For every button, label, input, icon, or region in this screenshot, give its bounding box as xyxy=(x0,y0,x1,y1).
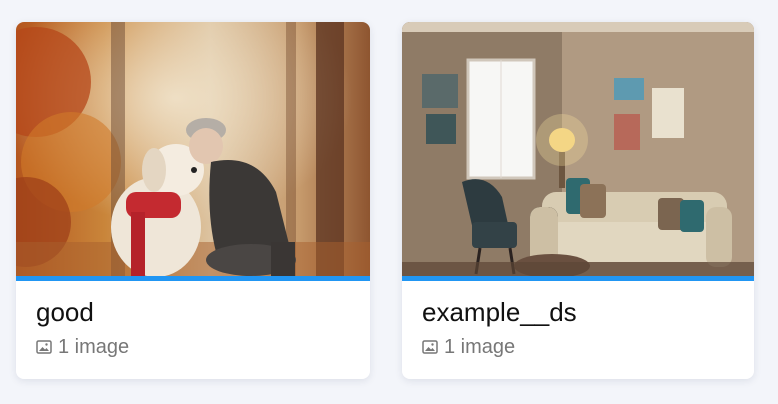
card-meta: example__ds 1 image xyxy=(402,281,754,359)
image-count-label: 1 image xyxy=(58,336,130,358)
image-count: 1 image xyxy=(36,335,350,359)
card-meta: good 1 image xyxy=(16,281,370,359)
living-room-thumbnail-image xyxy=(402,22,754,276)
image-count: 1 image xyxy=(422,335,734,359)
dataset-name[interactable]: example__ds xyxy=(422,297,734,327)
dataset-card-good[interactable]: good 1 image xyxy=(16,22,370,379)
image-icon xyxy=(36,340,52,354)
dataset-thumbnail[interactable] xyxy=(16,22,370,276)
dataset-name[interactable]: good xyxy=(36,297,350,327)
autumn-dog-thumbnail-image xyxy=(16,22,370,276)
dataset-thumbnail[interactable] xyxy=(402,22,754,276)
dataset-grid: good 1 image example__ds 1 image xyxy=(0,0,778,404)
image-icon xyxy=(422,340,438,354)
image-count-label: 1 image xyxy=(444,336,516,358)
dataset-card-example-ds[interactable]: example__ds 1 image xyxy=(402,22,754,379)
